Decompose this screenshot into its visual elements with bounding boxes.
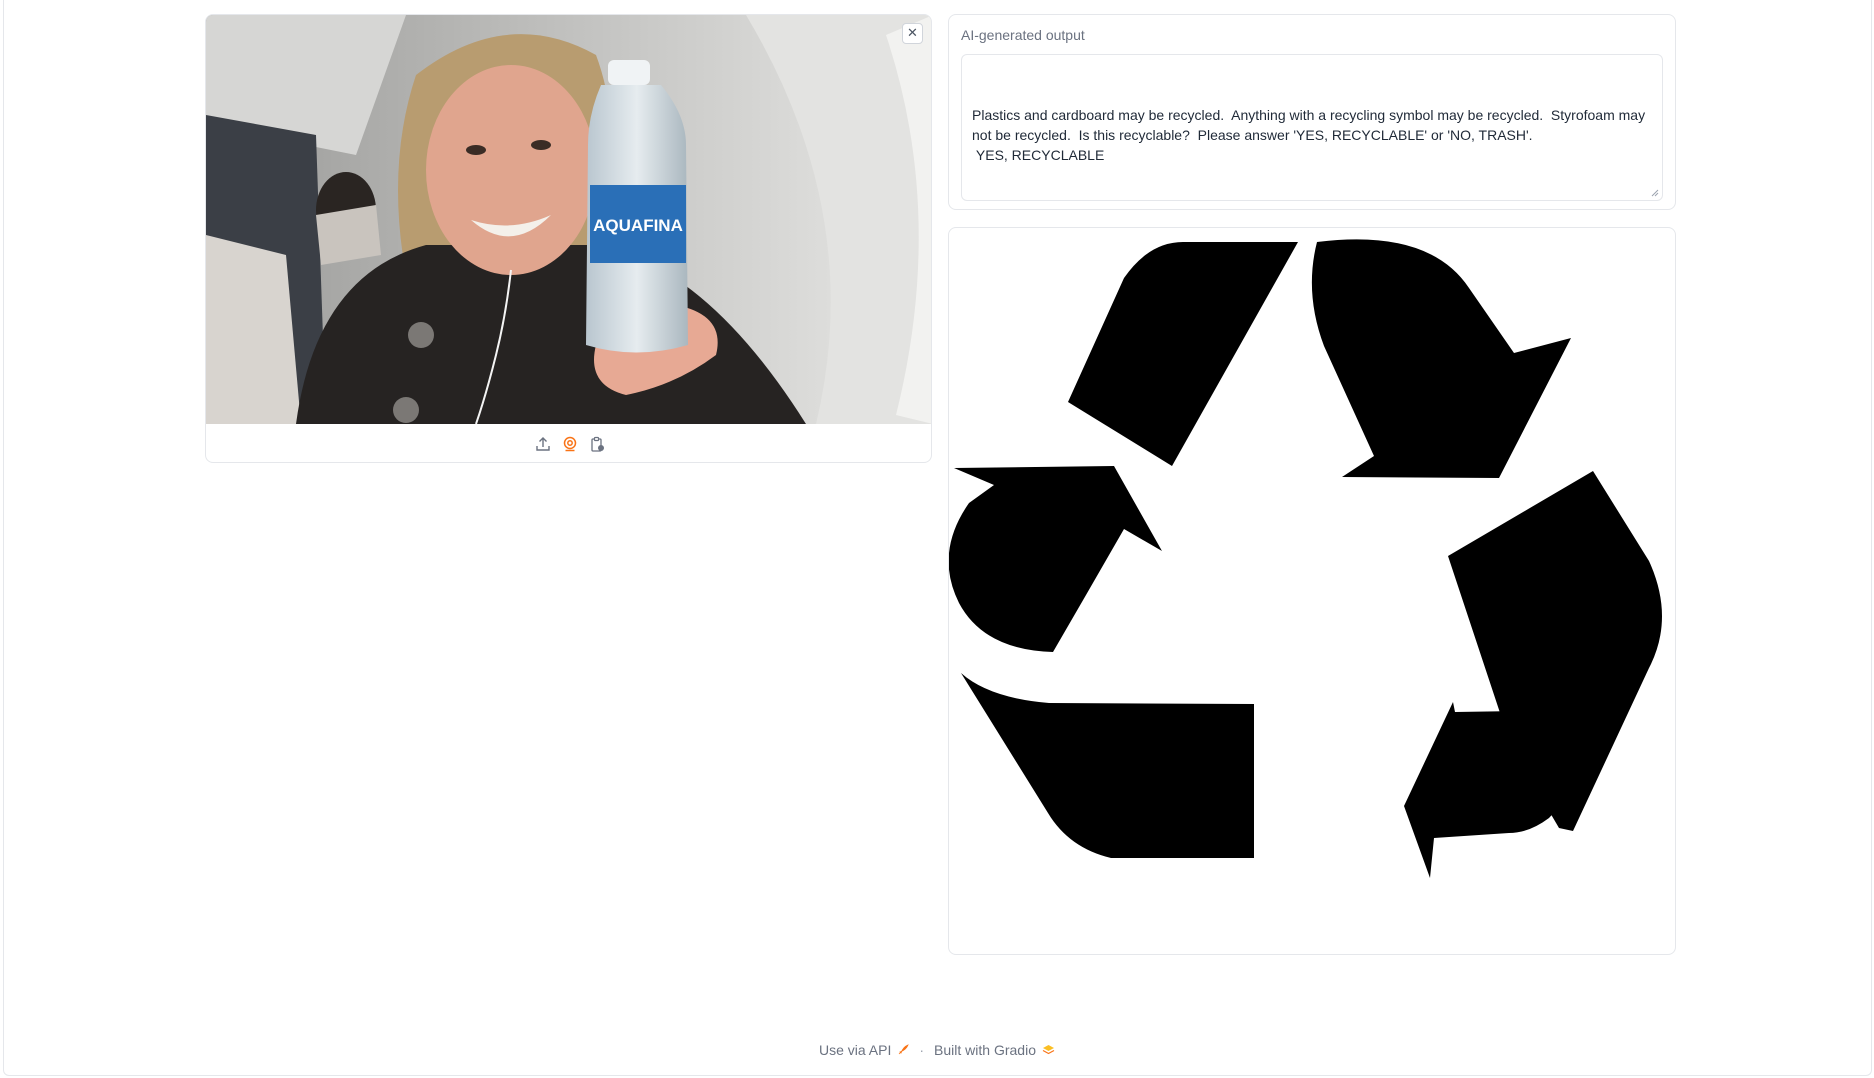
built-with-gradio-link[interactable]: Built with Gradio [934,1042,1055,1058]
bottle-label: AQUAFINA [593,216,683,235]
close-icon: ✕ [907,26,918,41]
clipboard-source-button[interactable] [588,435,606,453]
text-output-panel: AI-generated output Plastics and cardboa… [948,14,1676,210]
clear-image-button[interactable]: ✕ [902,23,923,44]
upload-icon [535,437,550,451]
gradio-logo-icon [1042,1045,1055,1055]
use-via-api-link[interactable]: Use via API [819,1042,910,1058]
webcam-icon [563,436,576,452]
clipboard-icon [590,436,604,452]
recycle-symbol-icon [949,239,1662,878]
footer-separator: · [919,1042,925,1058]
webcam-source-button[interactable] [561,435,579,453]
output-textbox[interactable]: Plastics and cardboard may be recycled. … [961,54,1663,201]
image-source-toolbar [206,424,931,462]
result-image-panel [948,227,1676,955]
footer: Use via API · Built with Gradio [0,1040,1874,1060]
upload-source-button[interactable] [534,435,552,453]
output-label: AI-generated output [961,27,1085,43]
resize-handle-icon[interactable] [1651,189,1659,197]
rocket-icon [899,1044,910,1055]
use-via-api-label: Use via API [819,1042,892,1058]
webcam-photo: AQUAFINA [206,15,931,424]
built-with-gradio-label: Built with Gradio [934,1042,1036,1058]
output-text: Plastics and cardboard may be recycled. … [972,107,1646,163]
image-input-panel: AQUAFINA ✕ [205,14,932,463]
